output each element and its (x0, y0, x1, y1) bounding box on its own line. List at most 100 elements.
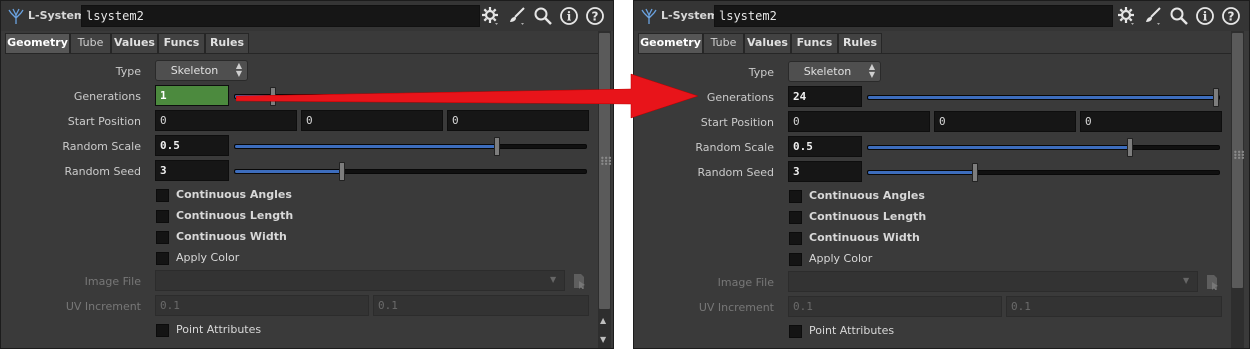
continuous-angles-label: Continuous Angles (176, 188, 292, 201)
uv-increment-v-field[interactable]: 0.1 (1006, 296, 1222, 317)
image-file-field[interactable] (788, 271, 1198, 292)
continuous-angles-label: Continuous Angles (809, 189, 925, 202)
point-attributes-checkbox[interactable] (156, 324, 169, 337)
random-seed-field[interactable]: 3 (788, 161, 862, 182)
start-position-y-field[interactable]: 0 (934, 111, 1076, 132)
generations-slider[interactable] (234, 87, 587, 106)
image-file-label: Image File (717, 276, 774, 289)
start-position-y-field[interactable]: 0 (301, 110, 443, 131)
slider-handle[interactable] (1127, 138, 1133, 157)
scrollbar[interactable]: ••• ••• ••• ▲ ▼ (598, 31, 612, 348)
uv-increment-label: UV Increment (65, 300, 141, 313)
slider-handle[interactable] (494, 137, 500, 156)
slider-handle[interactable] (972, 163, 978, 182)
node-header: L-System lsystem2 i ? (1, 1, 613, 31)
continuous-angles-checkbox[interactable] (156, 189, 169, 202)
dropdown-arrow-icon[interactable]: ▼ (550, 275, 556, 284)
tab-funcs[interactable]: Funcs (791, 33, 838, 53)
updown-arrows-icon: ▲ ▼ (868, 62, 875, 79)
tab-values[interactable]: Values (111, 33, 158, 53)
help-icon[interactable]: ? (585, 6, 605, 26)
search-icon[interactable] (533, 6, 553, 26)
tab-divider (5, 53, 598, 54)
uv-increment-u-field[interactable]: 0.1 (788, 296, 1002, 317)
svg-text:i: i (567, 10, 572, 24)
file-browse-icon[interactable] (571, 273, 587, 289)
start-position-x-field[interactable]: 0 (155, 110, 297, 131)
image-file-field[interactable] (155, 270, 565, 291)
tab-geometry[interactable]: Geometry (638, 33, 703, 53)
svg-text:?: ? (1228, 10, 1235, 24)
apply-color-checkbox[interactable] (789, 253, 802, 266)
continuous-length-checkbox[interactable] (789, 211, 802, 224)
start-position-z-field[interactable]: 0 (447, 110, 589, 131)
tab-geometry[interactable]: Geometry (5, 33, 70, 53)
tab-tube[interactable]: Tube (70, 33, 111, 53)
random-seed-slider[interactable] (234, 162, 587, 181)
continuous-width-checkbox[interactable] (789, 232, 802, 245)
tab-tube[interactable]: Tube (703, 33, 744, 53)
continuous-width-checkbox[interactable] (156, 231, 169, 244)
random-scale-label: Random Scale (62, 140, 141, 153)
node-type-label: L-System (661, 9, 719, 22)
continuous-width-label: Continuous Width (176, 230, 287, 243)
slider-handle[interactable] (1213, 88, 1219, 107)
slider-fill (868, 146, 1130, 149)
apply-color-checkbox[interactable] (156, 252, 169, 265)
search-icon[interactable] (1169, 6, 1189, 26)
gear-icon[interactable] (1117, 6, 1137, 26)
random-seed-label: Random Seed (697, 166, 774, 179)
tab-rules[interactable]: Rules (205, 33, 249, 53)
tab-values[interactable]: Values (744, 33, 791, 53)
start-position-z-field[interactable]: 0 (1080, 111, 1222, 132)
type-menu[interactable]: Skeleton ▲ ▼ (788, 61, 881, 82)
uv-increment-u-field[interactable]: 0.1 (155, 295, 369, 316)
scroll-down-icon[interactable]: ▼ (600, 335, 606, 344)
lsystem-node-icon (8, 8, 24, 24)
generations-label: Generations (73, 90, 141, 103)
random-scale-slider[interactable] (234, 137, 587, 156)
brush-icon[interactable] (507, 6, 527, 26)
grip-icon: ••• ••• ••• (600, 154, 612, 169)
random-scale-field[interactable]: 0.5 (788, 136, 862, 157)
random-seed-slider[interactable] (867, 163, 1220, 182)
info-icon[interactable]: i (559, 6, 579, 26)
tab-funcs[interactable]: Funcs (158, 33, 205, 53)
continuous-length-checkbox[interactable] (156, 210, 169, 223)
uv-increment-v-field[interactable]: 0.1 (373, 295, 589, 316)
help-icon[interactable]: ? (1221, 6, 1241, 26)
generations-field[interactable]: 1 (155, 85, 229, 106)
gear-icon[interactable] (481, 6, 501, 26)
brush-icon[interactable] (1143, 6, 1163, 26)
generations-field[interactable]: 24 (788, 86, 862, 107)
generations-slider[interactable] (867, 88, 1220, 107)
node-name-field[interactable]: lsystem2 (81, 5, 480, 27)
node-name-field[interactable]: lsystem2 (714, 5, 1113, 27)
scroll-up-icon[interactable]: ▲ (600, 316, 606, 325)
node-header: L-System lsystem2 i ? (634, 1, 1249, 31)
random-scale-slider[interactable] (867, 138, 1220, 157)
type-menu[interactable]: Skeleton ▲ ▼ (155, 60, 248, 81)
tab-divider (638, 53, 1234, 54)
slider-fill (235, 145, 497, 148)
svg-text:?: ? (592, 10, 599, 24)
continuous-angles-checkbox[interactable] (789, 190, 802, 203)
parameter-panel-before: L-System lsystem2 i ? Geometry Tube Valu… (0, 0, 614, 349)
dropdown-arrow-icon[interactable]: ▼ (1183, 276, 1189, 285)
tab-rules[interactable]: Rules (838, 33, 882, 53)
type-label: Type (115, 65, 141, 78)
slider-handle[interactable] (339, 162, 345, 181)
info-icon[interactable]: i (1195, 6, 1215, 26)
random-scale-field[interactable]: 0.5 (155, 135, 229, 156)
scrollbar-thumb[interactable] (599, 33, 610, 309)
file-browse-icon[interactable] (1204, 274, 1220, 290)
point-attributes-checkbox[interactable] (789, 325, 802, 338)
lsystem-node-icon (641, 8, 657, 24)
slider-handle[interactable] (270, 87, 276, 106)
random-scale-label: Random Scale (695, 141, 774, 154)
start-position-x-field[interactable]: 0 (788, 111, 930, 132)
random-seed-field[interactable]: 3 (155, 160, 229, 181)
parameter-panel-after: L-System lsystem2 i ? Geometry Tube Valu… (633, 0, 1250, 349)
continuous-length-label: Continuous Length (809, 210, 927, 223)
scrollbar[interactable]: ••• ••• ••• (1231, 31, 1245, 348)
